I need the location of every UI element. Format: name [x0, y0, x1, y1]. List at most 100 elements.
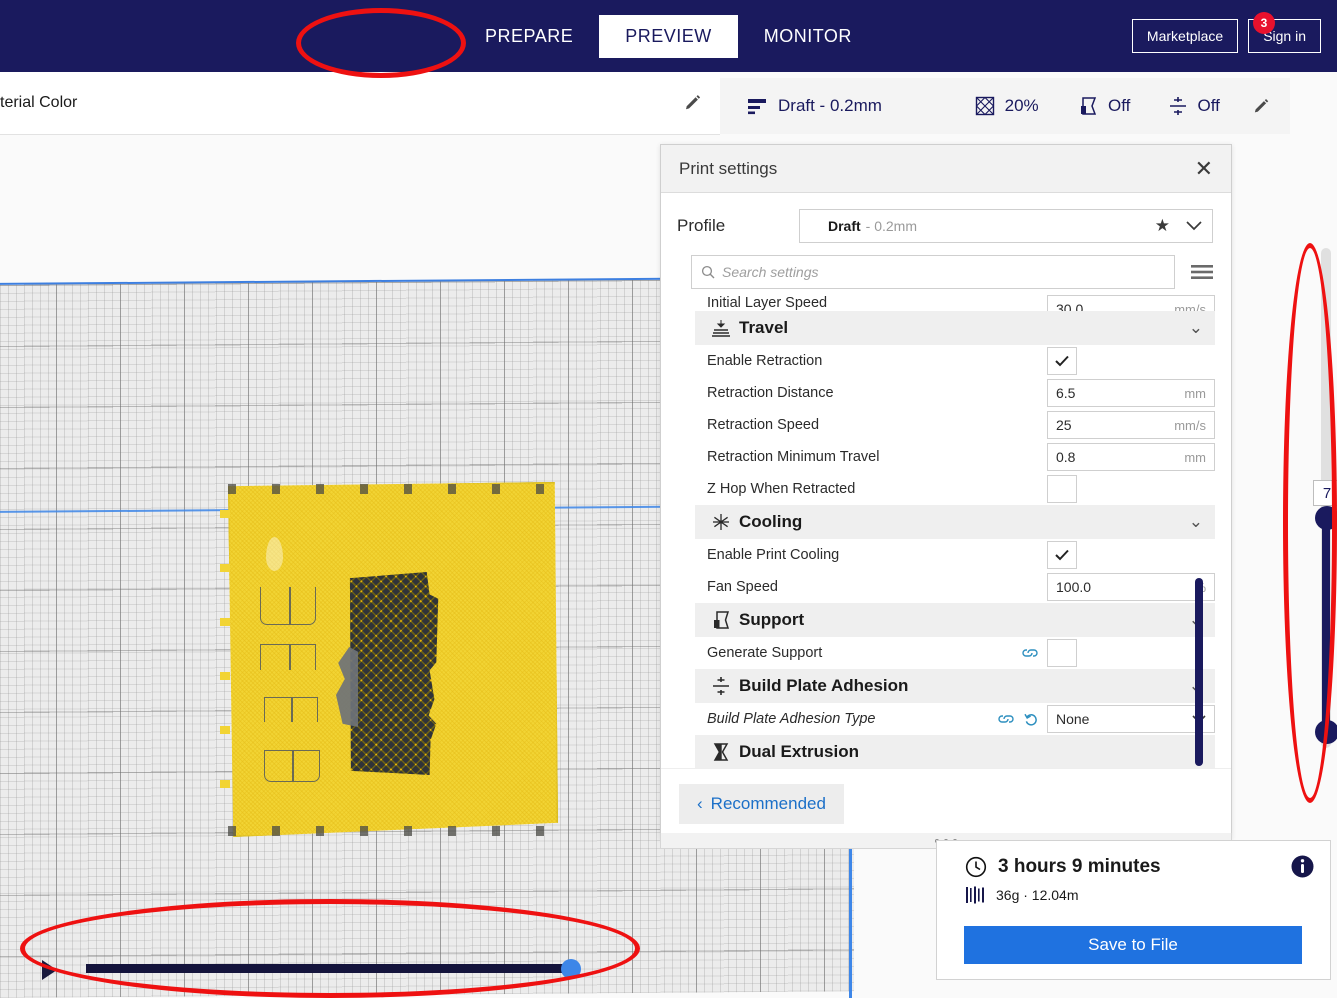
model-bottom-edge: [228, 826, 558, 836]
setting-row-retraction-distance[interactable]: Retraction Distance 6.5 mm: [695, 377, 1215, 409]
layer-slider-lower-handle[interactable]: [1315, 720, 1337, 744]
setting-value-field[interactable]: 100.0 %: [1047, 573, 1215, 601]
setting-label: Fan Speed: [707, 579, 778, 595]
hamburger-menu-icon[interactable]: [1191, 264, 1213, 280]
settings-group-label: Travel: [739, 318, 789, 337]
setting-checkbox[interactable]: [1047, 639, 1077, 667]
setting-row-generate-support[interactable]: Generate Support: [695, 637, 1215, 669]
simulation-slider-track[interactable]: [86, 964, 574, 973]
profile-row: Profile Draft - 0.2mm ★: [661, 193, 1231, 251]
model-letter-1-stem: [289, 587, 291, 625]
print-setup-summary-bar[interactable]: Draft - 0.2mm 20% Off Off: [720, 78, 1290, 134]
play-icon[interactable]: [42, 960, 57, 980]
layer-slider-upper-handle[interactable]: [1315, 506, 1337, 530]
setting-value: 30.0: [1056, 301, 1084, 311]
tab-monitor[interactable]: MONITOR: [738, 15, 878, 58]
info-icon[interactable]: [1291, 855, 1314, 878]
setting-label: Enable Retraction: [707, 353, 823, 369]
tab-prepare[interactable]: PREPARE: [459, 15, 599, 58]
revert-icon[interactable]: [1024, 712, 1039, 726]
material-usage-value: 36g · 12.04m: [996, 887, 1079, 903]
settings-group-dual-extrusion[interactable]: Dual Extrusion ‹: [695, 735, 1215, 769]
settings-group-build-plate-adhesion[interactable]: Build Plate Adhesion ⌄: [695, 669, 1215, 703]
model-top-edge: [228, 484, 558, 494]
summary-infill[interactable]: 20%: [975, 96, 1078, 116]
adhesion-icon: [1168, 96, 1188, 116]
setting-row-enable-retraction[interactable]: Enable Retraction: [695, 345, 1215, 377]
setting-value-field[interactable]: 30.0 mm/s: [1047, 295, 1215, 311]
setting-row-retraction-speed[interactable]: Retraction Speed 25 mm/s: [695, 409, 1215, 441]
link-icon[interactable]: [1021, 647, 1039, 659]
setting-row-fan-speed[interactable]: Fan Speed 100.0 %: [695, 571, 1215, 603]
setting-row-retraction-minimum-travel[interactable]: Retraction Minimum Travel 0.8 mm: [695, 441, 1215, 473]
setting-label: Initial Layer Speed: [707, 295, 828, 311]
settings-scrollbar[interactable]: [1195, 578, 1203, 766]
dual-extrusion-icon: [703, 742, 739, 762]
marketplace-button[interactable]: Marketplace: [1131, 19, 1239, 53]
print-settings-header: Print settings ✕: [661, 145, 1231, 193]
print-settings-title: Print settings: [679, 158, 778, 178]
setting-value: 6.5: [1056, 385, 1076, 401]
model-left-edge: [220, 510, 230, 790]
pencil-icon-setup[interactable]: [1253, 98, 1270, 115]
clock-icon: [965, 856, 987, 878]
star-icon[interactable]: ★: [1155, 216, 1170, 236]
print-time-row: 3 hours 9 minutes: [937, 841, 1330, 878]
profile-select[interactable]: Draft - 0.2mm ★: [799, 209, 1213, 243]
save-to-file-button[interactable]: Save to File: [964, 926, 1302, 964]
sliced-model[interactable]: [220, 482, 558, 837]
setting-label: Retraction Distance: [707, 385, 834, 401]
summary-profile-value: Draft - 0.2mm: [778, 96, 882, 115]
settings-list[interactable]: Initial Layer Speed 30.0 mm/s Travel ⌄ E…: [695, 295, 1215, 770]
cura-window: PREPARE PREVIEW MONITOR Marketplace Sign…: [0, 0, 1337, 998]
setting-checkbox[interactable]: [1047, 541, 1077, 569]
setting-row-enable-print-cooling[interactable]: Enable Print Cooling: [695, 539, 1215, 571]
layer-slider-value-tooltip[interactable]: 7: [1313, 480, 1337, 506]
search-input[interactable]: Search settings: [691, 255, 1175, 289]
recommended-label: Recommended: [710, 793, 826, 813]
setting-label: Enable Print Cooling: [707, 547, 840, 563]
setting-value: 25: [1056, 417, 1072, 433]
close-icon[interactable]: ✕: [1195, 157, 1213, 180]
setting-dropdown[interactable]: None: [1047, 705, 1215, 733]
summary-support[interactable]: Off: [1078, 96, 1167, 116]
print-settings-footer: ‹ Recommended: [661, 768, 1231, 838]
link-icon[interactable]: [997, 713, 1015, 725]
setting-row-z-hop-when-retracted[interactable]: Z Hop When Retracted: [695, 473, 1215, 505]
model-letter-2: [260, 644, 316, 670]
setting-label: Retraction Speed: [707, 417, 820, 433]
summary-profile[interactable]: Draft - 0.2mm: [746, 95, 975, 117]
setting-checkbox[interactable]: [1047, 347, 1077, 375]
settings-group-support[interactable]: Support ⌄: [695, 603, 1215, 637]
settings-group-travel[interactable]: Travel ⌄: [695, 311, 1215, 345]
setting-checkbox[interactable]: [1047, 475, 1077, 503]
support-icon: [1078, 96, 1098, 116]
model-letter-1: [260, 587, 316, 625]
simulation-slider-handle[interactable]: [561, 959, 581, 979]
simulation-slider[interactable]: [42, 958, 582, 982]
tab-preview[interactable]: PREVIEW: [599, 14, 738, 58]
print-job-card: 3 hours 9 minutes 36g · 12.04m Save to F…: [936, 840, 1331, 980]
setting-value-field[interactable]: 0.8 mm: [1047, 443, 1215, 471]
settings-group-cooling[interactable]: Cooling ⌄: [695, 505, 1215, 539]
model-letter-4-stem: [292, 750, 294, 782]
pencil-icon[interactable]: [684, 94, 702, 112]
setting-value: 0.8: [1056, 449, 1076, 465]
cooling-icon: [703, 512, 739, 532]
profile-suffix: - 0.2mm: [865, 218, 918, 234]
chevron-down-icon-cooling[interactable]: ⌄: [1189, 512, 1203, 532]
print-time-value: 3 hours 9 minutes: [998, 855, 1161, 877]
chevron-down-icon-travel[interactable]: ⌄: [1189, 318, 1203, 338]
marketplace-notification-badge[interactable]: 3: [1253, 12, 1275, 34]
setting-row-initial-layer-speed[interactable]: Initial Layer Speed 30.0 mm/s: [695, 295, 1215, 311]
settings-group-label: Dual Extrusion: [739, 742, 859, 761]
setting-row-build-plate-adhesion-type[interactable]: Build Plate Adhesion Type None: [695, 703, 1215, 735]
recommended-mode-button[interactable]: ‹ Recommended: [679, 783, 844, 824]
setting-value-field[interactable]: 6.5 mm: [1047, 379, 1215, 407]
top-navigation-bar: PREPARE PREVIEW MONITOR Marketplace Sign…: [0, 0, 1337, 72]
setting-label: Z Hop When Retracted: [707, 481, 856, 497]
summary-adhesion[interactable]: Off: [1168, 96, 1254, 116]
setting-value-field[interactable]: 25 mm/s: [1047, 411, 1215, 439]
chevron-down-icon[interactable]: [1186, 221, 1202, 231]
model-letter-2-stem: [289, 644, 291, 670]
